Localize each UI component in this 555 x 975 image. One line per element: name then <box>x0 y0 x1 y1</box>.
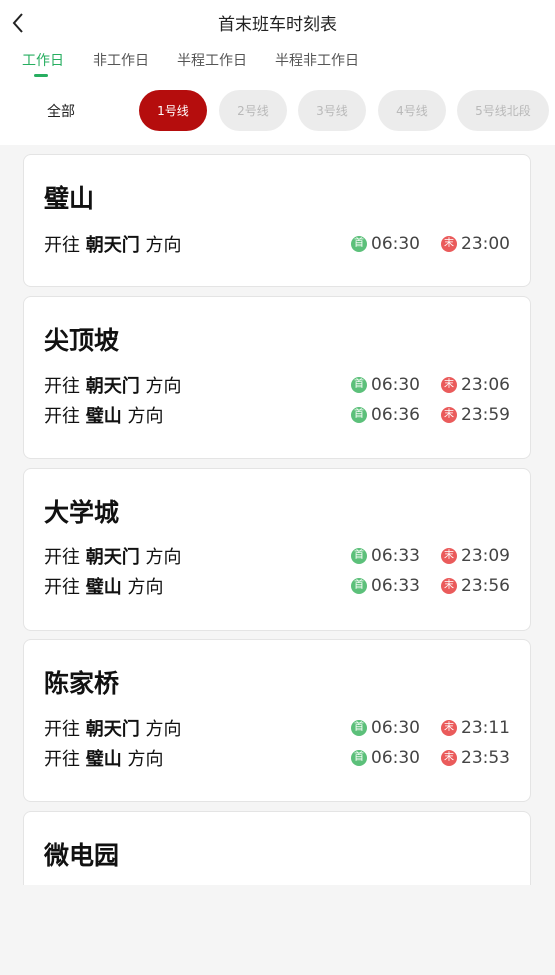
train-times: 首 06:33 末 23:56 <box>351 573 510 599</box>
station-card: 尖顶坡 开往 朝天门 方向 首 06:30 末 23:06 开往 璧山 方向 首 06… <box>23 296 531 459</box>
terminal-name: 璧山 <box>85 749 122 770</box>
last-train-badge: 末 <box>441 720 457 736</box>
first-train-time: 06:30 <box>371 375 420 395</box>
line-chip-2[interactable]: 2号线 <box>219 90 287 131</box>
last-train-badge: 末 <box>441 750 457 766</box>
direction-row: 开往 璧山 方向 首 06:33 末 23:56 <box>24 573 531 599</box>
station-name: 陈家桥 <box>44 669 120 698</box>
first-train-badge: 首 <box>351 720 367 736</box>
first-train-time: 06:30 <box>371 718 420 738</box>
line-chip-5-north[interactable]: 5号线北段 <box>457 90 549 131</box>
last-train-badge: 末 <box>441 377 457 393</box>
line-chip-1[interactable]: 1号线 <box>139 90 207 131</box>
direction-row: 开往 朝天门 方向 首 06:30 末 23:06 <box>24 372 531 398</box>
direction-row: 开往 朝天门 方向 首 06:30 末 23:11 <box>24 715 531 741</box>
tab-half-workday[interactable]: 半程工作日 <box>177 50 247 70</box>
first-train-time: 06:30 <box>371 748 420 768</box>
direction-row: 开往 璧山 方向 首 06:36 末 23:59 <box>24 402 531 428</box>
first-train-badge: 首 <box>351 578 367 594</box>
first-train-time: 06:33 <box>371 546 420 566</box>
first-train-badge: 首 <box>351 236 367 252</box>
first-train-badge: 首 <box>351 377 367 393</box>
direction-row: 开往 朝天门 方向 首 06:33 末 23:09 <box>24 543 531 569</box>
train-times: 首 06:30 末 23:06 <box>351 372 510 398</box>
last-train-time: 23:53 <box>461 748 510 768</box>
terminal-name: 朝天门 <box>85 719 140 740</box>
terminal-name: 朝天门 <box>85 376 140 397</box>
day-type-tabs: 工作日 非工作日 半程工作日 半程非工作日 <box>0 50 555 80</box>
terminal-name: 朝天门 <box>85 235 140 256</box>
first-train-badge: 首 <box>351 407 367 423</box>
last-train-badge: 末 <box>441 578 457 594</box>
direction-text: 开往 璧山 方向 <box>44 406 164 427</box>
station-name: 璧山 <box>44 184 95 213</box>
first-train-time: 06:33 <box>371 576 420 596</box>
line-chip-3[interactable]: 3号线 <box>298 90 366 131</box>
tab-half-non-workday[interactable]: 半程非工作日 <box>275 50 359 70</box>
last-train-time: 23:56 <box>461 576 510 596</box>
tab-non-workday[interactable]: 非工作日 <box>93 50 149 70</box>
tab-workday[interactable]: 工作日 <box>22 50 64 70</box>
station-name: 微电园 <box>44 841 120 870</box>
station-card: 陈家桥 开往 朝天门 方向 首 06:30 末 23:11 开往 璧山 方向 首 06… <box>23 639 531 802</box>
station-name: 大学城 <box>44 498 120 527</box>
terminal-name: 璧山 <box>85 577 122 598</box>
direction-text: 开往 朝天门 方向 <box>44 235 182 256</box>
train-times: 首 06:30 末 23:53 <box>351 745 510 771</box>
direction-text: 开往 璧山 方向 <box>44 577 164 598</box>
direction-row: 开往 朝天门 方向 首 06:30 末 23:00 <box>24 231 531 257</box>
station-card: 大学城 开往 朝天门 方向 首 06:33 末 23:09 开往 璧山 方向 首 06… <box>23 468 531 631</box>
direction-text: 开往 朝天门 方向 <box>44 719 182 740</box>
line-chip-4[interactable]: 4号线 <box>378 90 446 131</box>
last-train-badge: 末 <box>441 548 457 564</box>
last-train-time: 23:00 <box>461 234 510 254</box>
direction-text: 开往 璧山 方向 <box>44 749 164 770</box>
terminal-name: 朝天门 <box>85 547 140 568</box>
train-times: 首 06:30 末 23:11 <box>351 715 510 741</box>
last-train-time: 23:11 <box>461 718 510 738</box>
train-times: 首 06:36 末 23:59 <box>351 402 510 428</box>
direction-row: 开往 璧山 方向 首 06:30 末 23:53 <box>24 745 531 771</box>
first-train-badge: 首 <box>351 750 367 766</box>
page-title: 首末班车时刻表 <box>218 15 337 35</box>
station-list: 璧山 开往 朝天门 方向 首 06:30 末 23:00 尖顶坡 开往 朝天门 方向… <box>23 154 531 885</box>
train-times: 首 06:33 末 23:09 <box>351 543 510 569</box>
last-train-time: 23:06 <box>461 375 510 395</box>
first-train-time: 06:36 <box>371 405 420 425</box>
direction-text: 开往 朝天门 方向 <box>44 376 182 397</box>
train-times: 首 06:30 末 23:00 <box>351 231 510 257</box>
terminal-name: 璧山 <box>85 406 122 427</box>
last-train-badge: 末 <box>441 407 457 423</box>
last-train-badge: 末 <box>441 236 457 252</box>
station-card: 微电园 <box>23 811 531 885</box>
last-train-time: 23:09 <box>461 546 510 566</box>
first-train-time: 06:30 <box>371 234 420 254</box>
direction-text: 开往 朝天门 方向 <box>44 547 182 568</box>
line-filter-all[interactable]: 全部 <box>47 101 75 121</box>
active-tab-indicator <box>34 74 48 77</box>
last-train-time: 23:59 <box>461 405 510 425</box>
station-name: 尖顶坡 <box>44 326 120 355</box>
station-card: 璧山 开往 朝天门 方向 首 06:30 末 23:00 <box>23 154 531 287</box>
first-train-badge: 首 <box>351 548 367 564</box>
top-bar: 首末班车时刻表 工作日 非工作日 半程工作日 半程非工作日 全部 1号线 2号线… <box>0 0 555 145</box>
